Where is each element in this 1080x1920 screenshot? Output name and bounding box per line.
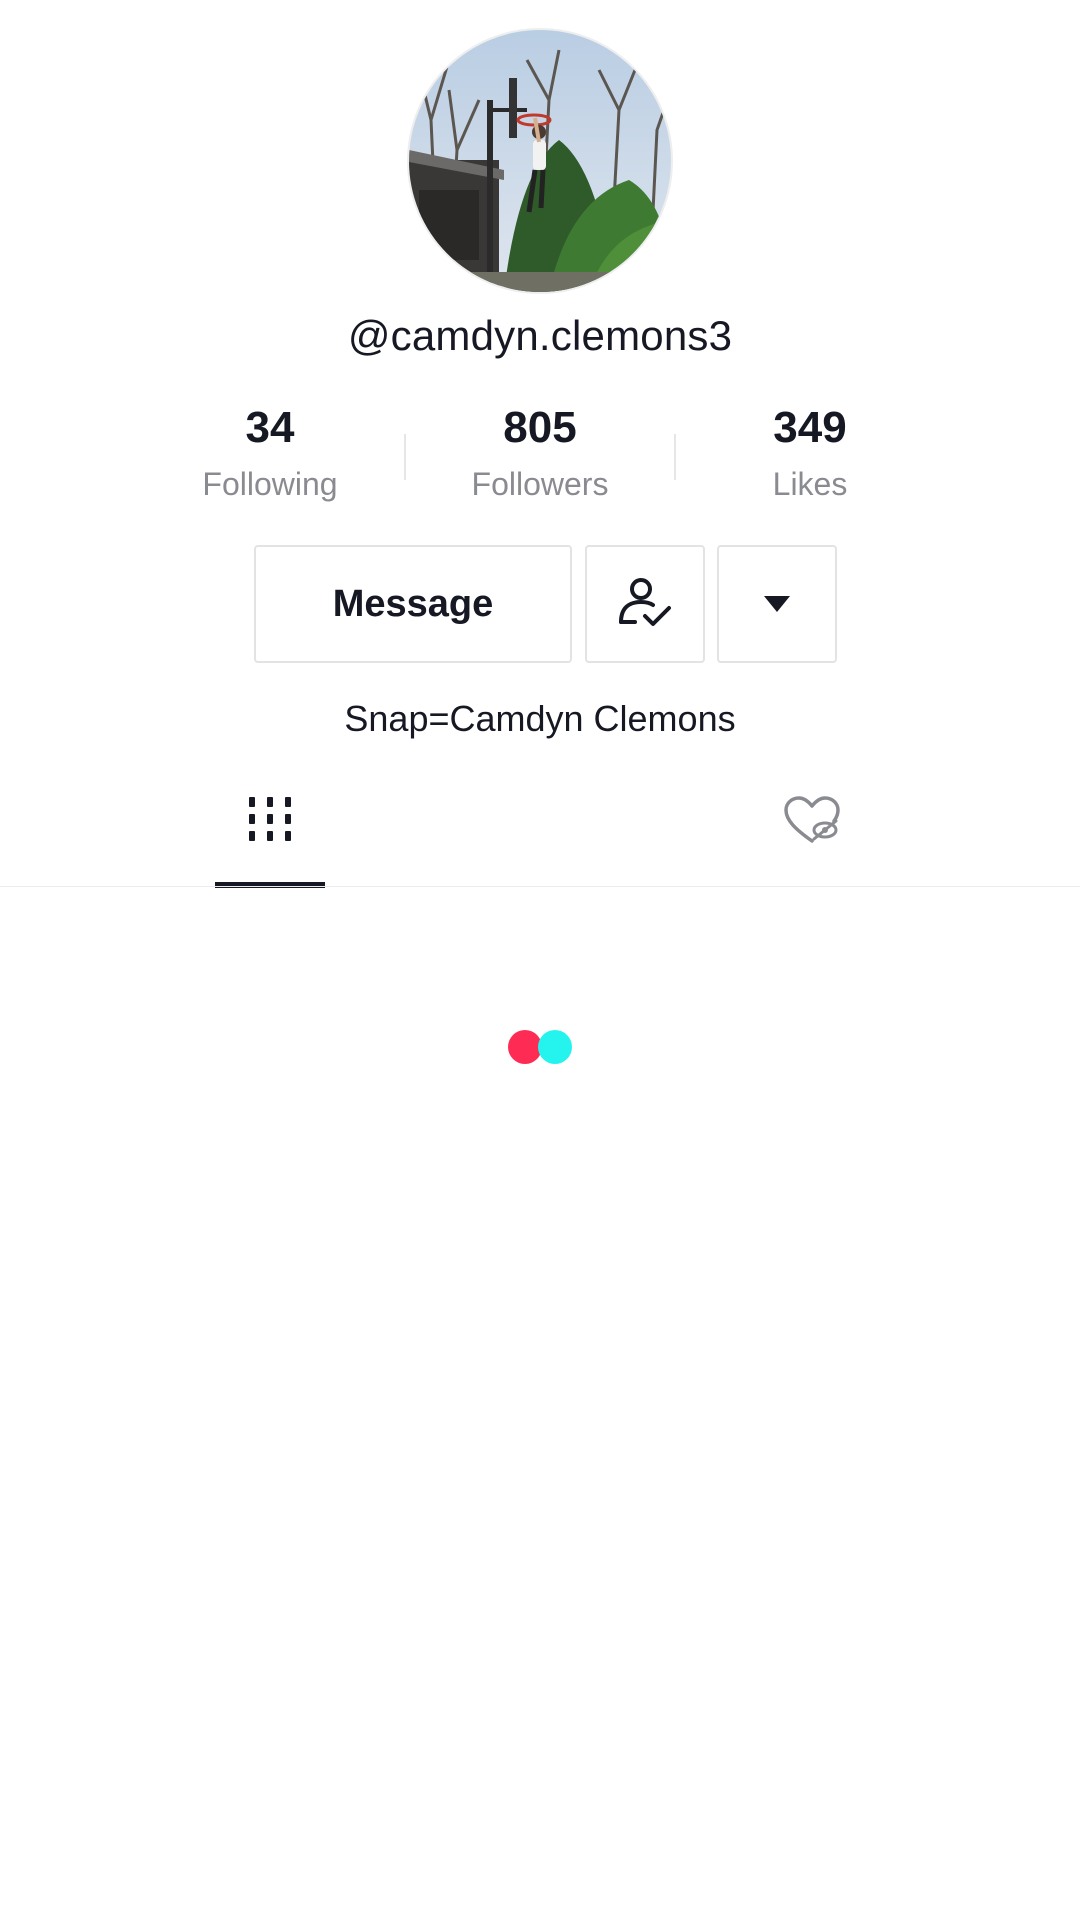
stat-following[interactable]: 34 Following — [135, 400, 405, 506]
caret-down-icon — [764, 596, 790, 612]
followers-label: Followers — [471, 466, 609, 502]
hidden-heart-icon — [784, 796, 840, 843]
stat-followers[interactable]: 805 Followers — [405, 400, 675, 506]
tab-liked-videos[interactable] — [757, 795, 867, 885]
following-label: Following — [202, 466, 338, 502]
tab-videos[interactable] — [215, 795, 325, 885]
message-button[interactable]: Message — [254, 545, 572, 663]
tab-bar-divider — [0, 886, 1080, 887]
profile-username: @camdyn.clemons3 — [347, 312, 733, 359]
loading-dot-primary — [508, 1030, 542, 1064]
person-check-icon — [619, 578, 671, 626]
profile-avatar[interactable] — [409, 30, 671, 292]
followers-count: 805 — [503, 403, 577, 452]
following-count: 34 — [245, 403, 295, 452]
likes-label: Likes — [772, 466, 848, 502]
stat-likes: 349 Likes — [675, 400, 945, 506]
tab-selected-indicator — [215, 882, 325, 888]
profile-bio: Snap=Camdyn Clemons — [344, 698, 736, 739]
loading-dot-secondary — [538, 1030, 572, 1064]
more-options-button[interactable] — [717, 545, 837, 663]
grid-icon — [249, 797, 291, 841]
loading-indicator — [506, 1030, 574, 1064]
avatar-photo — [409, 30, 671, 292]
following-status-button[interactable] — [585, 545, 705, 663]
likes-count: 349 — [773, 403, 847, 452]
